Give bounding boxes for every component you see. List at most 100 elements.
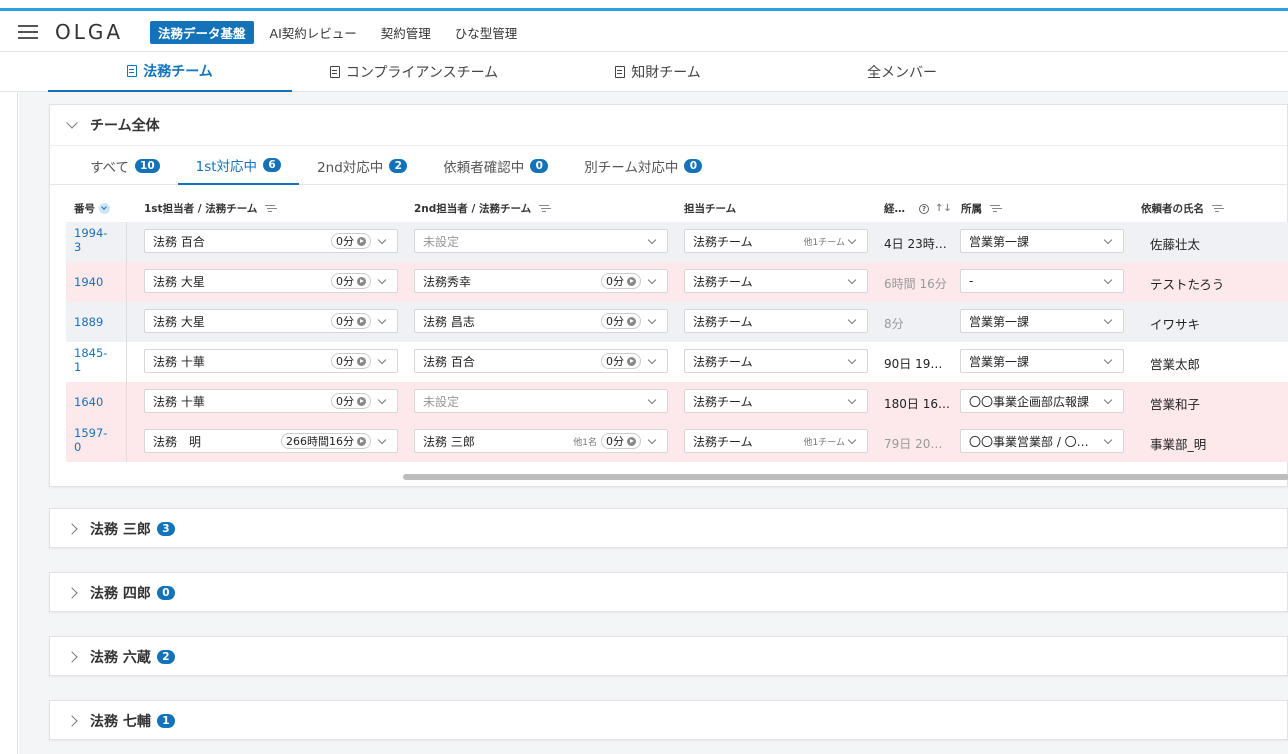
table-row: 1940 法務 大星 0分 法務秀幸 0分 法務チーム 6時間 16分 - テストたろう — [66, 262, 1288, 302]
tab-other-team[interactable]: 別チーム対応中 0 — [566, 146, 720, 185]
second-assignee-select[interactable]: 法務秀幸 0分 — [414, 269, 668, 293]
filter-icon[interactable] — [265, 205, 276, 212]
col-first-assignee: 1st担当者 / 法務チーム — [144, 201, 276, 216]
play-icon[interactable] — [357, 276, 366, 286]
first-assignee-select[interactable]: 法務 十華 0分 — [144, 389, 398, 413]
team-select[interactable]: 法務チーム — [684, 349, 868, 373]
menu-icon[interactable] — [18, 25, 38, 39]
elapsed-time: 79日 20… — [884, 437, 943, 451]
request-id-link[interactable]: 1994- 3 — [74, 226, 120, 254]
department-select[interactable]: 〇〇事業企画部広報課 — [960, 389, 1124, 413]
sort-icon[interactable]: ↑↓ — [935, 203, 952, 214]
chevron-down-icon — [847, 435, 857, 444]
department-select[interactable]: 〇〇事業営業部 / 〇… — [960, 429, 1124, 453]
app-logo[interactable]: OLGA — [55, 20, 123, 44]
tab-label: 全メンバー — [867, 65, 937, 81]
department-select[interactable]: 営業第一課 — [960, 309, 1124, 333]
time-value: 0分 — [606, 355, 624, 368]
request-id-link[interactable]: 1640 — [74, 395, 120, 409]
time-tracker[interactable]: 0分 — [331, 393, 371, 409]
col-team: 担当チーム — [684, 201, 736, 216]
play-icon[interactable] — [627, 316, 636, 326]
second-assignee-select[interactable]: 法務 百合 0分 — [414, 349, 668, 373]
time-tracker[interactable]: 0分 — [601, 273, 641, 289]
request-id-link[interactable]: 1597- 0 — [74, 426, 120, 454]
nav-contract-management[interactable]: 契約管理 — [373, 21, 439, 44]
nav-ai-review[interactable]: AI契約レビュー — [262, 21, 365, 44]
second-assignee-select[interactable]: 法務 昌志 0分 — [414, 309, 668, 333]
elapsed-time: 8分 — [884, 317, 904, 331]
first-assignee-select[interactable]: 法務 明 266時間16分 — [144, 429, 398, 453]
second-assignee-select[interactable]: 未設定 — [414, 389, 668, 413]
member-panel-saburo[interactable]: 法務 三郎 3 — [49, 508, 1288, 548]
column-label: 所属 — [961, 203, 982, 215]
time-tracker[interactable]: 0分 — [601, 433, 641, 449]
tab-ip-team[interactable]: 知財チーム — [536, 52, 780, 92]
tab-all-members[interactable]: 全メンバー — [780, 52, 1024, 92]
col-department: 所属 — [961, 201, 1000, 216]
department-select[interactable]: 営業第一課 — [960, 349, 1124, 373]
tab-requester-confirming[interactable]: 依頼者確認中 0 — [425, 146, 566, 185]
select-value: - — [969, 274, 974, 288]
play-icon[interactable] — [627, 356, 636, 366]
panel-header[interactable]: チーム全体 — [50, 105, 1287, 145]
first-assignee-select[interactable]: 法務 百合 0分 — [144, 229, 398, 253]
select-value: 営業第一課 — [969, 314, 1030, 329]
tab-all[interactable]: すべて 10 — [72, 146, 178, 185]
tab-1st-in-progress[interactable]: 1st対応中 6 — [177, 146, 300, 185]
team-select[interactable]: 法務チーム — [684, 389, 868, 413]
filter-icon[interactable] — [1212, 205, 1222, 212]
col-elapsed[interactable]: 経…? ↑↓ — [884, 201, 952, 216]
member-panel-rokuzo[interactable]: 法務 六蔵 2 — [49, 636, 1288, 676]
department-select[interactable]: - — [960, 269, 1124, 293]
team-select[interactable]: 法務チーム 他1チーム — [684, 229, 868, 253]
help-icon[interactable]: ? — [919, 203, 929, 214]
request-id-link[interactable]: 1889 — [74, 315, 120, 329]
first-assignee-select[interactable]: 法務 十華 0分 — [144, 349, 398, 373]
sort-desc-icon[interactable] — [99, 203, 110, 214]
chevron-down-icon — [847, 355, 857, 364]
request-id-link[interactable]: 1845- 1 — [74, 346, 120, 374]
member-panel-shichisuke[interactable]: 法務 七輔 1 — [49, 700, 1288, 740]
tab-2nd-in-progress[interactable]: 2nd対応中 2 — [299, 146, 425, 185]
first-assignee-select[interactable]: 法務 大星 0分 — [144, 269, 398, 293]
select-value: 法務 百合 — [153, 234, 205, 249]
time-tracker[interactable]: 266時間16分 — [281, 433, 371, 449]
time-tracker[interactable]: 0分 — [331, 313, 371, 329]
panel-title: 法務 七輔 — [90, 714, 151, 730]
request-id-link[interactable]: 1940 — [74, 275, 120, 289]
team-select[interactable]: 法務チーム 他1チーム — [684, 429, 868, 453]
nav-template-management[interactable]: ひな型管理 — [447, 21, 526, 44]
col-id[interactable]: 番号 — [74, 201, 110, 216]
time-tracker[interactable]: 0分 — [331, 233, 371, 249]
filter-icon[interactable] — [539, 205, 550, 212]
filter-icon[interactable] — [990, 205, 1000, 212]
play-icon[interactable] — [357, 356, 366, 366]
play-icon[interactable] — [357, 316, 366, 326]
select-value: 法務秀幸 — [423, 274, 472, 289]
nav-legal-data[interactable]: 法務データ基盤 — [150, 21, 254, 44]
time-tracker[interactable]: 0分 — [331, 353, 371, 369]
play-icon[interactable] — [357, 396, 366, 406]
count-badge: 0 — [530, 158, 549, 173]
tab-compliance-team[interactable]: コンプライアンスチーム — [292, 52, 536, 92]
horizontal-scrollbar[interactable] — [403, 474, 1288, 480]
second-assignee-select[interactable]: 未設定 — [414, 229, 668, 253]
time-tracker[interactable]: 0分 — [601, 313, 641, 329]
column-label: 番号 — [74, 203, 95, 215]
team-select[interactable]: 法務チーム — [684, 269, 868, 293]
play-icon[interactable] — [357, 436, 366, 446]
play-icon[interactable] — [627, 276, 636, 286]
tab-legal-team[interactable]: 法務チーム — [48, 52, 292, 92]
play-icon[interactable] — [627, 436, 636, 446]
department-select[interactable]: 営業第一課 — [960, 229, 1124, 253]
team-select[interactable]: 法務チーム — [684, 309, 868, 333]
table-row: 1597- 0 法務 明 266時間16分 法務 三郎 他1名 0分 法務チーム 他1チーム 7… — [66, 422, 1288, 462]
time-tracker[interactable]: 0分 — [331, 273, 371, 289]
second-assignee-select[interactable]: 法務 三郎 他1名 0分 — [414, 429, 668, 453]
first-assignee-select[interactable]: 法務 大星 0分 — [144, 309, 398, 333]
select-value: 法務 三郎 — [423, 434, 475, 449]
play-icon[interactable] — [357, 236, 366, 246]
member-panel-shiro[interactable]: 法務 四郎 0 — [49, 572, 1288, 612]
time-tracker[interactable]: 0分 — [601, 353, 641, 369]
